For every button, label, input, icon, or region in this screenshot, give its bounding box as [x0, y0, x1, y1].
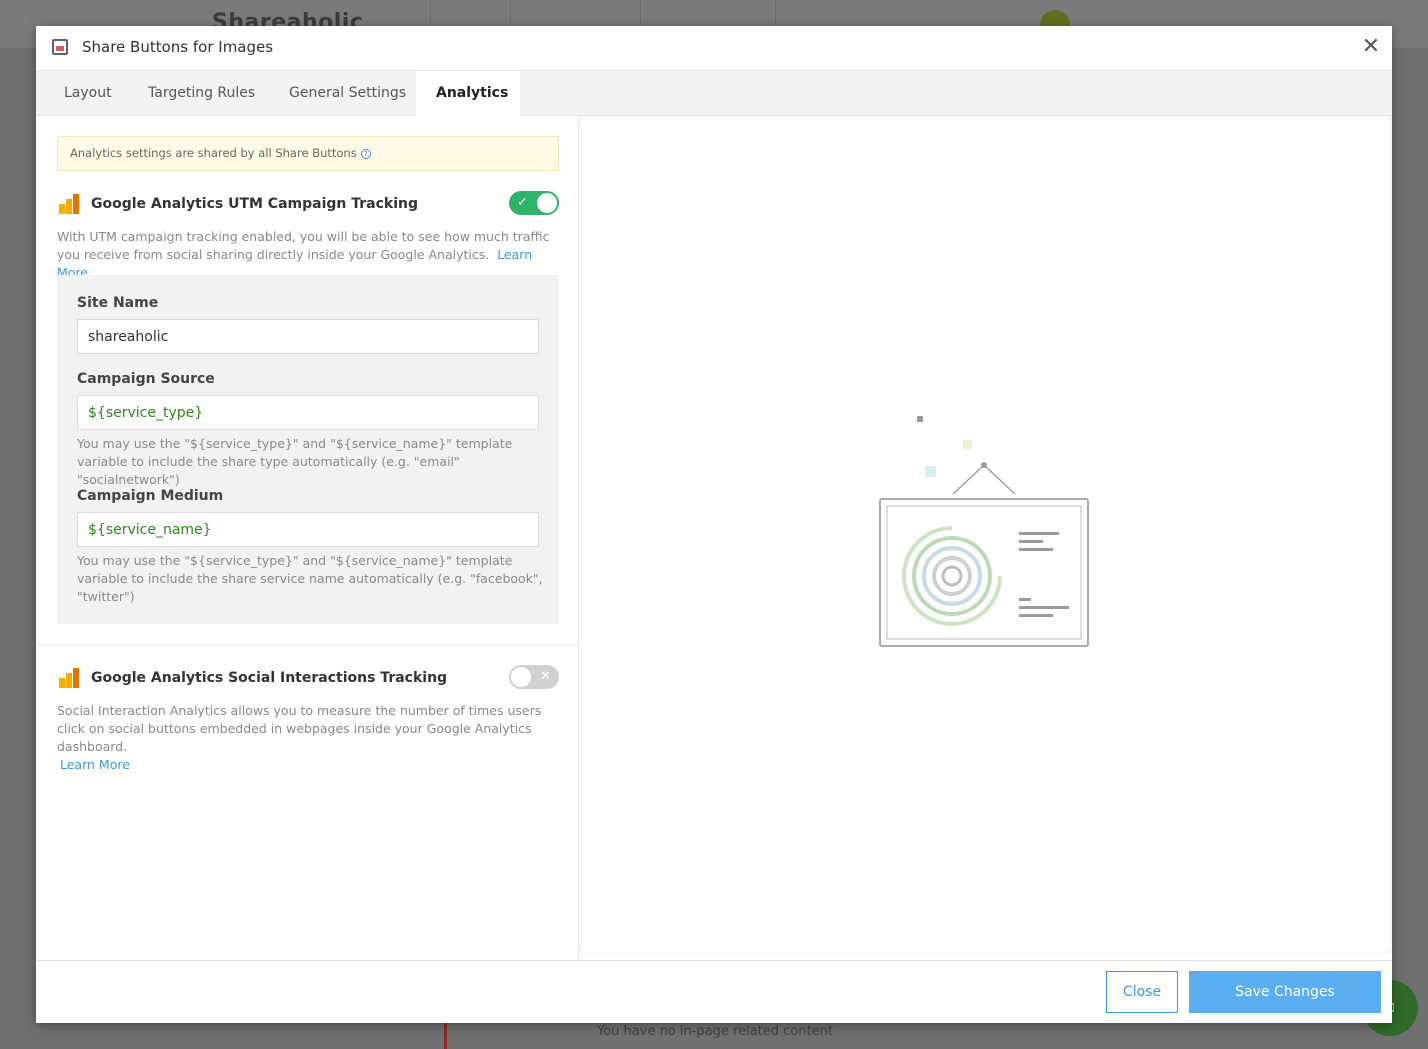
campaign-medium-label: Campaign Medium: [77, 488, 224, 504]
modal-header: Share Buttons for Images ✕: [36, 26, 1392, 71]
image-share-icon: [52, 39, 68, 55]
google-analytics-icon: [59, 668, 79, 688]
social-tracking-description: Social Interaction Analytics allows you …: [57, 702, 562, 774]
social-description-text: Social Interaction Analytics allows you …: [57, 703, 542, 754]
site-name-label: Site Name: [77, 295, 159, 311]
toggle-knob: [537, 193, 557, 213]
social-tracking-title: Google Analytics Social Interactions Tra…: [91, 670, 448, 686]
tab-targeting-rules[interactable]: Targeting Rules: [128, 71, 275, 116]
utm-description-text: With UTM campaign tracking enabled, you …: [57, 229, 550, 262]
close-icon[interactable]: ✕: [1360, 36, 1382, 58]
social-tracking-toggle[interactable]: ✕: [509, 665, 559, 689]
modal-footer: Close Save Changes: [36, 960, 1392, 1023]
background-footer-text: You have no in-page related content: [597, 1024, 833, 1039]
tab-general-settings[interactable]: General Settings: [269, 71, 426, 116]
campaign-source-help: You may use the "${service_type}" and "$…: [77, 436, 513, 487]
utm-tracking-description: With UTM campaign tracking enabled, you …: [57, 228, 562, 282]
campaign-source-label: Campaign Source: [77, 371, 215, 387]
google-analytics-icon: [59, 194, 79, 214]
utm-tracking-toggle[interactable]: ✓: [509, 191, 559, 215]
modal-title: Share Buttons for Images: [82, 38, 274, 56]
tab-analytics[interactable]: Analytics: [416, 71, 520, 117]
close-button[interactable]: Close: [1106, 971, 1178, 1013]
background-accent-line: [444, 1022, 447, 1049]
preview-panel: [579, 116, 1392, 954]
tab-bar: Layout Targeting Rules General Settings …: [36, 71, 1392, 117]
site-name-input[interactable]: [77, 319, 539, 354]
save-changes-button[interactable]: Save Changes: [1189, 971, 1381, 1013]
section-divider: [36, 644, 578, 645]
shared-settings-notice: Analytics settings are shared by all Sha…: [57, 136, 559, 171]
settings-panel: Analytics settings are shared by all Sha…: [36, 116, 579, 960]
share-buttons-modal: Share Buttons for Images ✕ Layout Target…: [36, 26, 1392, 1023]
social-learn-more-link[interactable]: Learn More: [60, 757, 130, 772]
campaign-source-input[interactable]: [77, 395, 539, 430]
help-icon[interactable]: ?: [360, 148, 371, 159]
tab-layout[interactable]: Layout: [44, 71, 132, 116]
x-icon: ✕: [540, 669, 551, 684]
notice-text: Analytics settings are shared by all Sha…: [70, 146, 357, 160]
utm-fields-box: Site Name Campaign Source You may use th…: [57, 275, 559, 624]
campaign-medium-help: You may use the "${service_type}" and "$…: [77, 553, 543, 604]
toggle-knob: [511, 667, 531, 687]
utm-tracking-title: Google Analytics UTM Campaign Tracking: [91, 196, 419, 212]
analytics-board-illustration: [879, 416, 1089, 647]
campaign-medium-input[interactable]: [77, 512, 539, 547]
check-icon: ✓: [517, 195, 528, 210]
